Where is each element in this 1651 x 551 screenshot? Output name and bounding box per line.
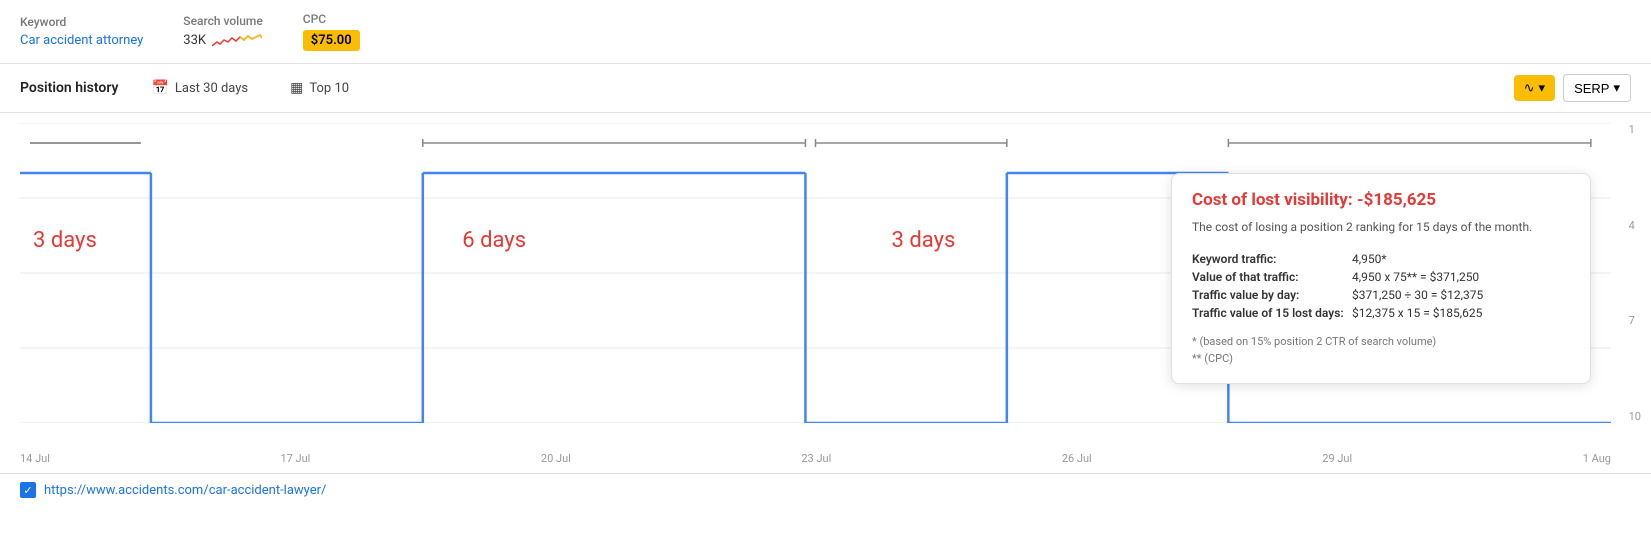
tooltip-value-0: 4,950*: [1352, 250, 1570, 268]
cpc-col: CPC $75.00: [303, 12, 360, 51]
toolbar-right: ∿ ▾ SERP ▾: [1514, 74, 1631, 102]
cpc-label: CPC: [303, 12, 360, 26]
serp-dropdown-icon: ▾: [1613, 80, 1620, 96]
tooltip-footnote-2: ** (CPC): [1192, 351, 1570, 368]
tooltip-table: Keyword traffic: 4,950* Value of that tr…: [1192, 250, 1570, 322]
url-link[interactable]: https://www.accidents.com/car-accident-l…: [44, 483, 326, 498]
chart-type-button[interactable]: ∿ ▾: [1514, 75, 1555, 101]
y-label-10: 10: [1629, 410, 1641, 423]
toolbar-row: Position history 📅 Last 30 days ▦ Top 10…: [0, 64, 1651, 113]
position-history-title: Position history: [20, 80, 118, 96]
tooltip-footer: * (based on 15% position 2 CTR of search…: [1192, 334, 1570, 367]
bottom-row: https://www.accidents.com/car-accident-l…: [0, 473, 1651, 506]
tooltip-label-3: Traffic value of 15 lost days:: [1192, 304, 1352, 322]
tooltip-label-1: Value of that traffic:: [1192, 268, 1352, 286]
search-volume-col: Search volume 33K: [183, 14, 263, 50]
main-container: Keyword Car accident attorney Search vol…: [0, 0, 1651, 551]
keyword-link[interactable]: Car accident attorney: [20, 33, 143, 48]
tooltip-cost: -$185,625: [1357, 190, 1436, 210]
tooltip-value-1: 4,950 x 75** = $371,250: [1352, 268, 1570, 286]
cost-tooltip: Cost of lost visibility: -$185,625 The c…: [1171, 173, 1591, 384]
search-volume-value: 33K: [183, 32, 263, 50]
last-30-days-label: Last 30 days: [175, 81, 248, 96]
x-label-26jul: 26 Jul: [1062, 452, 1092, 465]
top10-label: Top 10: [309, 81, 349, 96]
sparkline-chart: [212, 32, 262, 50]
top10-button[interactable]: ▦ Top 10: [281, 75, 358, 101]
calendar-icon: 📅: [151, 80, 168, 96]
tooltip-row-2: Traffic value by day: $371,250 ÷ 30 = $1…: [1192, 286, 1570, 304]
tooltip-title: Cost of lost visibility: -$185,625: [1192, 190, 1570, 210]
table-icon: ▦: [290, 80, 303, 96]
cpc-value: $75.00: [303, 30, 360, 51]
serp-label: SERP: [1574, 81, 1609, 96]
x-label-14jul: 14 Jul: [20, 452, 50, 465]
y-label-7: 7: [1629, 314, 1641, 327]
x-label-17jul: 17 Jul: [280, 452, 310, 465]
tooltip-row-0: Keyword traffic: 4,950*: [1192, 250, 1570, 268]
tooltip-value-3: $12,375 x 15 = $185,625: [1352, 304, 1570, 322]
y-label-4: 4: [1629, 219, 1641, 232]
last-30-days-button[interactable]: 📅 Last 30 days: [142, 75, 257, 101]
url-checkbox[interactable]: [20, 482, 36, 498]
x-label-29jul: 29 Jul: [1322, 452, 1352, 465]
chart-area: 1 4 7 10: [0, 113, 1651, 473]
header-row: Keyword Car accident attorney Search vol…: [0, 0, 1651, 64]
chart-type-dropdown-icon: ▾: [1539, 80, 1546, 96]
search-volume-label: Search volume: [183, 14, 263, 28]
x-axis: 14 Jul 17 Jul 20 Jul 23 Jul 26 Jul 29 Ju…: [20, 452, 1611, 465]
x-label-23jul: 23 Jul: [801, 452, 831, 465]
tooltip-label-2: Traffic value by day:: [1192, 286, 1352, 304]
tooltip-title-text: Cost of lost visibility:: [1192, 190, 1357, 210]
tooltip-value-2: $371,250 ÷ 30 = $12,375: [1352, 286, 1570, 304]
serp-button[interactable]: SERP ▾: [1563, 74, 1631, 102]
tooltip-label-0: Keyword traffic:: [1192, 250, 1352, 268]
tooltip-footnote-1: * (based on 15% position 2 CTR of search…: [1192, 334, 1570, 351]
y-label-1: 1: [1629, 123, 1641, 136]
search-volume-number: 33K: [183, 33, 206, 48]
chart-type-icon: ∿: [1524, 80, 1535, 96]
tooltip-description: The cost of losing a position 2 ranking …: [1192, 218, 1570, 236]
tooltip-row-3: Traffic value of 15 lost days: $12,375 x…: [1192, 304, 1570, 322]
keyword-label: Keyword: [20, 15, 143, 29]
keyword-col: Keyword Car accident attorney: [20, 15, 143, 48]
tooltip-row-1: Value of that traffic: 4,950 x 75** = $3…: [1192, 268, 1570, 286]
y-axis: 1 4 7 10: [1629, 123, 1641, 423]
x-label-1aug: 1 Aug: [1583, 452, 1611, 465]
x-label-20jul: 20 Jul: [541, 452, 571, 465]
